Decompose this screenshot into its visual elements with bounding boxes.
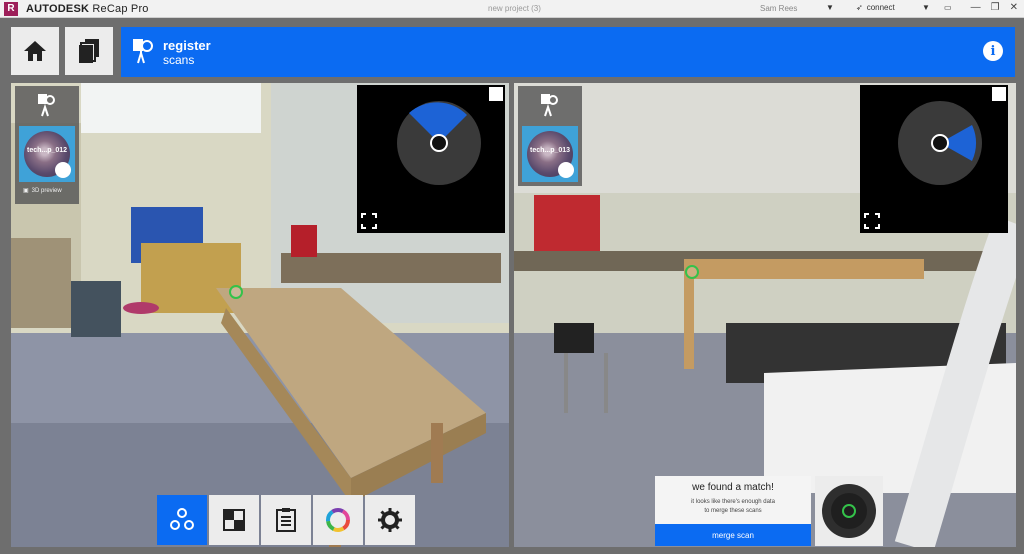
document-title: new project (3) — [488, 4, 541, 13]
connect-label: connect — [866, 3, 895, 12]
gear-icon — [378, 508, 402, 532]
cube-icon: ▣ — [23, 188, 29, 194]
user-name[interactable]: Sam Rees — [760, 4, 797, 13]
alignment-preview[interactable] — [815, 476, 883, 546]
documents-icon — [79, 39, 99, 63]
checker-icon — [223, 509, 245, 531]
banner-title: register — [163, 38, 211, 53]
scan-location-icon — [541, 94, 558, 117]
left-minimap-plot — [397, 101, 481, 185]
right-scan-thumbnail[interactable]: tech...p_013 — [522, 126, 578, 182]
match-body-line-2: to merge these scans — [704, 508, 762, 514]
app-name: AUTODESK ReCap Pro — [26, 3, 149, 15]
top-toolbar: register scans i — [0, 19, 1024, 83]
3d-preview-link[interactable]: ▣ 3D preview — [23, 187, 62, 195]
home-icon — [24, 41, 46, 61]
alignment-ring-icon — [822, 484, 876, 538]
right-scan-card[interactable]: tech...p_013 — [518, 86, 582, 186]
right-target-marker[interactable] — [685, 265, 699, 279]
report-tool-button[interactable] — [261, 495, 311, 545]
match-panel: we found a match! it looks like there's … — [655, 476, 811, 546]
match-body-line-1: it looks like there's enough data — [691, 499, 775, 505]
view-tool-button[interactable] — [209, 495, 259, 545]
left-scan-view[interactable]: tech...p_012 ▣ 3D preview — [11, 83, 509, 547]
register-banner: register scans i — [121, 27, 1015, 77]
minimize-icon[interactable]: — — [971, 2, 981, 13]
right-minimap[interactable] — [860, 85, 1008, 233]
title-bar: R AUTODESK ReCap Pro new project (3) Sam… — [0, 0, 1024, 18]
home-button[interactable] — [11, 27, 59, 75]
connect-icon: ➶ — [856, 3, 863, 12]
expand-icon[interactable] — [992, 87, 1006, 101]
tripod-icon — [558, 162, 574, 178]
color-tool-button[interactable] — [313, 495, 363, 545]
right-scan-name: tech...p_013 — [530, 147, 571, 154]
fullscreen-icon[interactable] — [361, 213, 377, 229]
expand-icon[interactable] — [489, 87, 503, 101]
chat-icon[interactable]: ▭ — [944, 3, 952, 12]
scan-location-icon — [38, 94, 55, 117]
settings-tool-button[interactable] — [365, 495, 415, 545]
connect-button[interactable]: ➶ connect — [856, 3, 895, 12]
left-scan-card[interactable]: tech...p_012 ▣ 3D preview — [15, 86, 79, 204]
connect-menu-chevron-icon[interactable]: ▼ — [922, 3, 930, 12]
window-controls: — ❐ ✕ — [971, 2, 1018, 13]
bottom-toolbar — [157, 495, 415, 547]
left-scan-name: tech...p_012 — [27, 147, 68, 154]
merge-scan-button[interactable]: merge scan — [655, 524, 811, 546]
color-wheel-icon — [326, 508, 350, 532]
right-minimap-plot — [898, 101, 982, 185]
nodes-icon — [170, 508, 194, 530]
close-icon[interactable]: ✕ — [1010, 2, 1018, 13]
tripod-icon — [55, 162, 71, 178]
register-tool-button[interactable] — [157, 495, 207, 545]
product-name: ReCap Pro — [92, 2, 149, 15]
3d-preview-label: 3D preview — [31, 187, 62, 194]
info-icon[interactable]: i — [983, 41, 1003, 61]
fullscreen-icon[interactable] — [864, 213, 880, 229]
banner-subtitle: scans — [163, 53, 195, 67]
left-target-marker[interactable] — [229, 285, 243, 299]
match-heading: we found a match! — [692, 482, 774, 493]
left-scan-thumbnail[interactable]: tech...p_012 — [19, 126, 75, 182]
user-menu-chevron-icon[interactable]: ▼ — [826, 3, 834, 12]
match-body: it looks like there's enough data to mer… — [655, 498, 811, 516]
app-logo: R — [4, 1, 18, 16]
left-minimap[interactable] — [357, 85, 505, 233]
register-pin-icon — [133, 39, 153, 64]
projects-button[interactable] — [65, 27, 113, 75]
clipboard-icon — [276, 508, 296, 532]
brand-name: AUTODESK — [26, 2, 90, 15]
restore-icon[interactable]: ❐ — [991, 2, 1000, 13]
